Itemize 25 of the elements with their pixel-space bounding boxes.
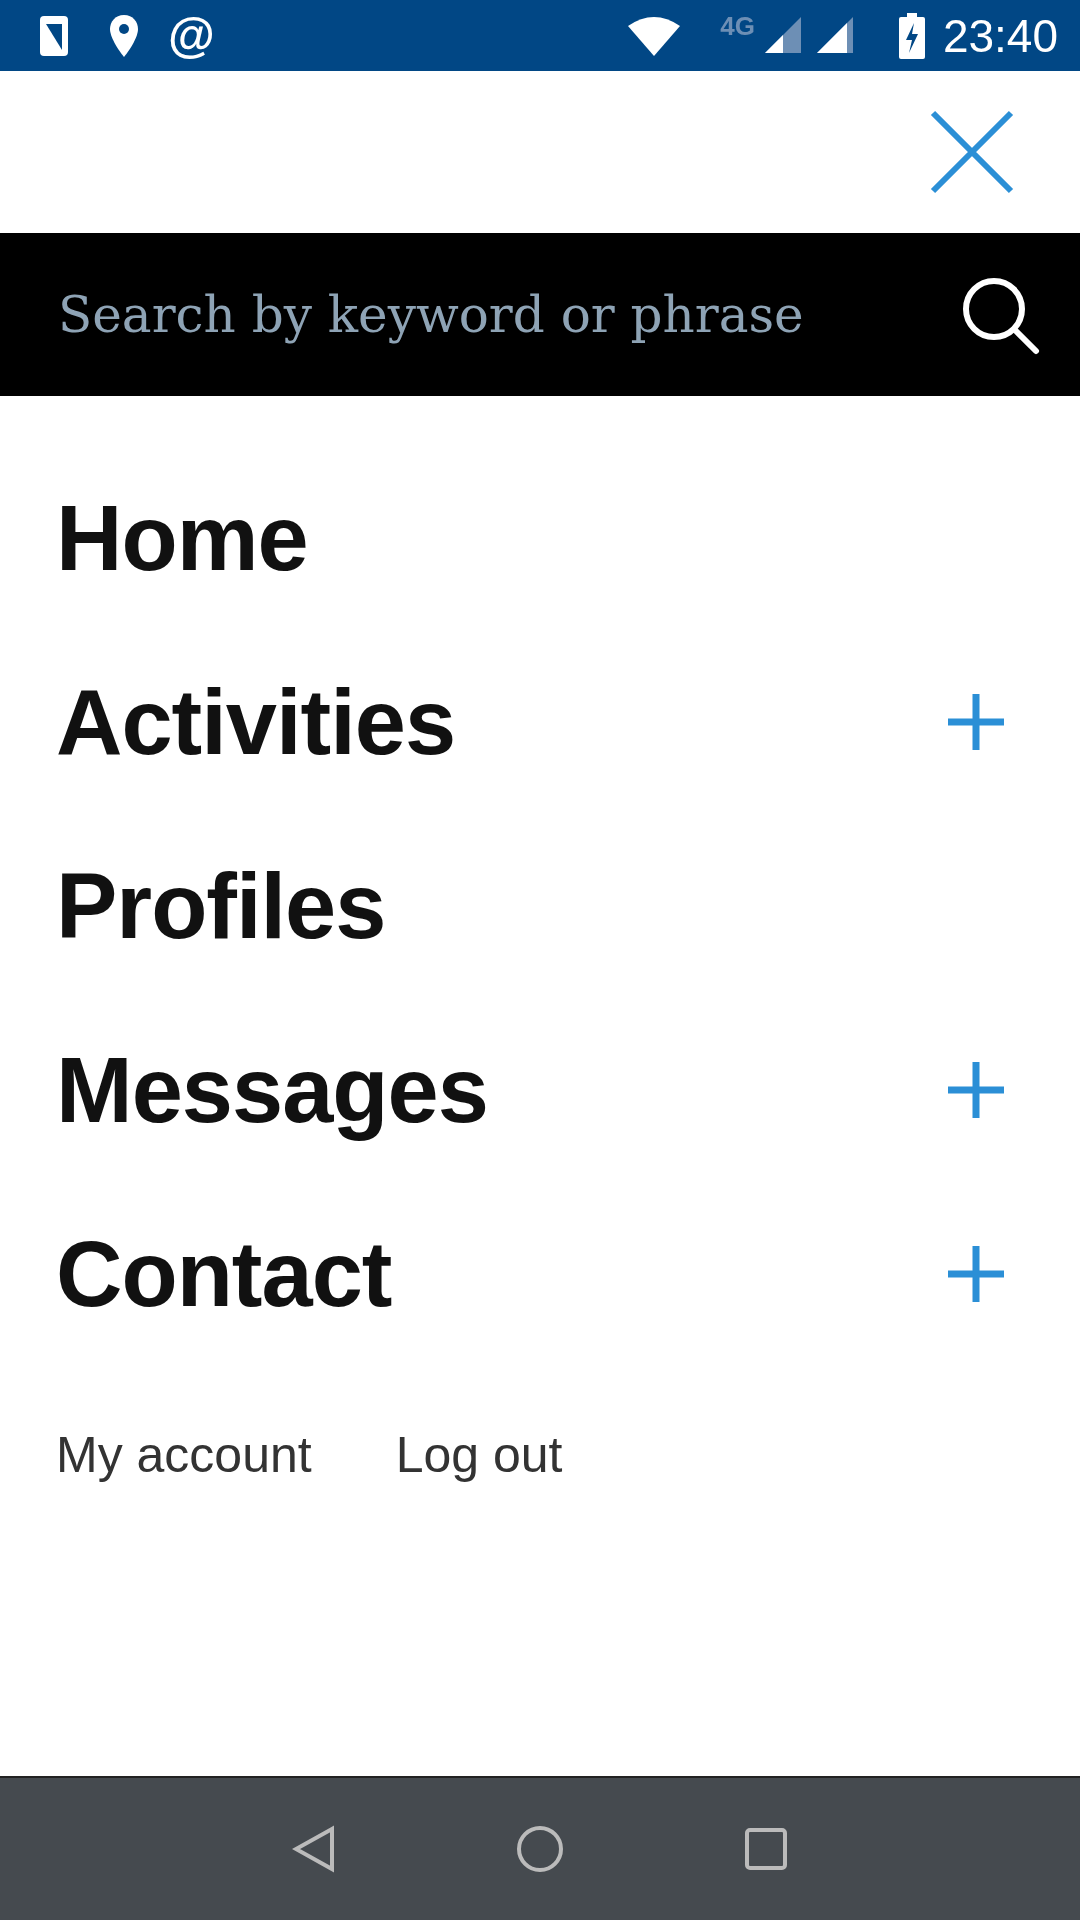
menu-item[interactable]: Messages	[56, 1037, 488, 1143]
signal-icon	[816, 16, 855, 55]
home-icon[interactable]	[516, 1825, 564, 1873]
close-icon[interactable]	[930, 110, 1014, 194]
at-sign-icon: @	[168, 11, 215, 60]
recents-icon[interactable]	[744, 1827, 788, 1871]
menu-item[interactable]: Activities	[56, 669, 456, 775]
menu-item[interactable]: Contact	[56, 1221, 392, 1327]
sim-card-icon	[38, 13, 70, 58]
location-pin-icon	[108, 12, 140, 59]
wifi-icon	[628, 15, 681, 56]
clock-time: 23:40	[942, 8, 1058, 63]
signal-icon	[764, 16, 803, 55]
menu-item[interactable]: Profiles	[56, 853, 386, 959]
search-bar[interactable]: Search by keyword or phrase	[0, 233, 1080, 396]
menu-item[interactable]: Home	[56, 485, 308, 591]
plus-icon[interactable]	[948, 1246, 1004, 1302]
footer-link[interactable]: My account	[56, 1426, 312, 1484]
battery-charging-icon	[898, 12, 925, 59]
back-icon[interactable]	[292, 1825, 336, 1873]
search-field[interactable]: Search by keyword or phrase	[58, 285, 960, 344]
network-type: 4G	[720, 11, 755, 42]
plus-icon[interactable]	[948, 694, 1004, 750]
footer-link[interactable]: Log out	[395, 1426, 563, 1484]
plus-icon[interactable]	[948, 1062, 1004, 1118]
